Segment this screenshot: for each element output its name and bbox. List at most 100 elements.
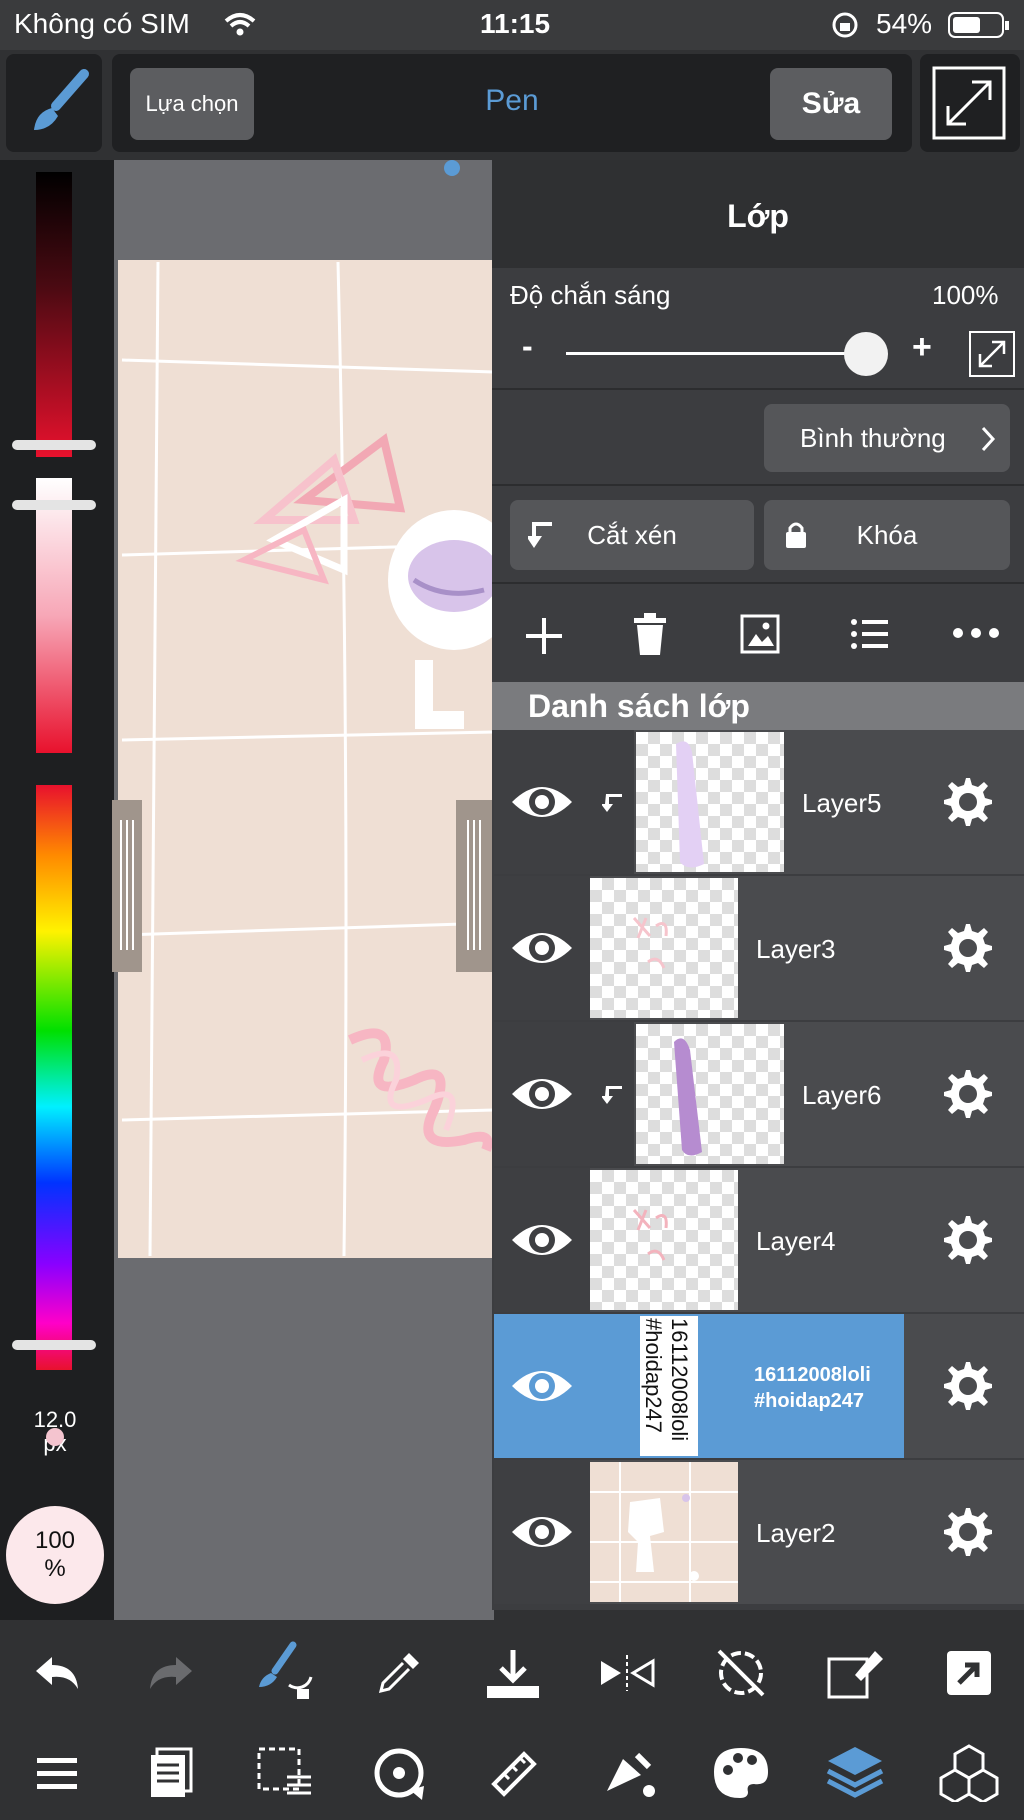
layers-button[interactable] bbox=[820, 1738, 890, 1808]
gear-icon[interactable] bbox=[938, 1212, 994, 1268]
clipping-button[interactable]: Cắt xén bbox=[510, 500, 754, 570]
visibility-toggle[interactable] bbox=[494, 1022, 590, 1166]
layer-panel: Lớp Độ chắn sáng 100% - + Bình thường Cắ… bbox=[492, 160, 1024, 1610]
wifi-icon bbox=[224, 13, 256, 36]
left-resize-handle[interactable] bbox=[112, 800, 142, 972]
light-shade-slider[interactable] bbox=[36, 478, 72, 753]
layer-row-layer5[interactable]: Layer5 bbox=[494, 730, 1024, 874]
grip-lines-icon bbox=[120, 820, 134, 950]
layer-row-layer3[interactable]: Layer3 bbox=[494, 876, 1024, 1020]
visibility-toggle[interactable] bbox=[494, 1460, 590, 1604]
flip-button[interactable] bbox=[592, 1638, 662, 1708]
menu-icon bbox=[37, 1758, 77, 1789]
opacity-increase-button[interactable]: + bbox=[912, 328, 932, 367]
opacity-slider-track[interactable] bbox=[566, 352, 858, 355]
layer-list-header: Danh sách lớp bbox=[492, 682, 1024, 730]
gear-icon[interactable] bbox=[938, 1504, 994, 1560]
eyedropper-button[interactable] bbox=[364, 1638, 434, 1708]
share-icon bbox=[947, 1651, 991, 1695]
status-bar: Không có SIM 11:15 54% bbox=[0, 0, 1024, 50]
fullscreen-button[interactable] bbox=[920, 54, 1020, 152]
layer-thumbnail bbox=[636, 1024, 784, 1164]
gear-icon[interactable] bbox=[938, 774, 994, 830]
layer-row-layer6[interactable]: Layer6 bbox=[494, 1022, 1024, 1166]
drawing-canvas[interactable] bbox=[114, 160, 494, 1620]
layer-name: Layer5 bbox=[802, 788, 882, 818]
edit-button[interactable]: Sửa bbox=[770, 68, 892, 140]
orientation-lock-icon bbox=[832, 12, 858, 38]
layer-thumbnail bbox=[590, 1462, 738, 1602]
slider-handle[interactable] bbox=[12, 440, 96, 450]
clock: 11:15 bbox=[480, 8, 551, 39]
visibility-toggle[interactable] bbox=[494, 1314, 590, 1458]
visibility-toggle[interactable] bbox=[494, 1168, 590, 1312]
flip-icon bbox=[601, 1655, 655, 1691]
layer-name: Layer2 bbox=[756, 1518, 836, 1548]
image-layer-icon[interactable] bbox=[740, 614, 780, 654]
color-palette-button[interactable] bbox=[706, 1738, 776, 1808]
lock-button[interactable]: Khóa bbox=[764, 500, 1010, 570]
battery-icon bbox=[948, 12, 1009, 38]
visibility-toggle[interactable] bbox=[494, 876, 590, 1020]
clipping-label: Cắt xén bbox=[587, 519, 677, 550]
selected-layer-settings[interactable] bbox=[904, 1314, 1024, 1458]
opacity-slider-thumb[interactable] bbox=[844, 332, 888, 376]
fill-button[interactable] bbox=[592, 1738, 662, 1808]
rotate-off-button[interactable] bbox=[706, 1638, 776, 1708]
download-icon bbox=[487, 1650, 539, 1698]
slider-handle[interactable] bbox=[12, 1340, 96, 1350]
brush-swap-button[interactable] bbox=[250, 1638, 320, 1708]
lock-label: Khóa bbox=[856, 519, 918, 550]
redo-button[interactable] bbox=[136, 1638, 206, 1708]
gear-icon[interactable] bbox=[938, 1066, 994, 1122]
opacity-value: 100 bbox=[34, 1527, 76, 1554]
visibility-toggle[interactable] bbox=[494, 730, 590, 874]
hue-slider[interactable] bbox=[36, 785, 72, 1370]
layer-row-layer2[interactable]: Layer2 bbox=[494, 1460, 1024, 1604]
layer-name: Layer4 bbox=[756, 1226, 836, 1256]
rotate-off-icon bbox=[717, 1649, 765, 1697]
menu-button[interactable] bbox=[22, 1738, 92, 1808]
opacity-decrease-button[interactable]: - bbox=[522, 328, 533, 365]
layer-name: 16112008loli #hoidap247 bbox=[754, 1364, 871, 1412]
rotate-view-button[interactable] bbox=[364, 1738, 434, 1808]
canvas-area[interactable] bbox=[112, 160, 494, 1620]
eye-icon bbox=[512, 1517, 572, 1547]
material-button[interactable] bbox=[934, 1738, 1004, 1808]
save-button[interactable] bbox=[478, 1638, 548, 1708]
gear-icon[interactable] bbox=[938, 1358, 994, 1414]
thumbnail-text: 16112008loli #hoidap247 bbox=[641, 1318, 692, 1442]
slider-handle[interactable] bbox=[12, 500, 96, 510]
selection-button[interactable] bbox=[250, 1738, 320, 1808]
add-layer-icon[interactable] bbox=[524, 616, 564, 656]
layer-list-icon[interactable] bbox=[850, 616, 890, 652]
layer-list-title: Danh sách lớp bbox=[528, 688, 750, 724]
opacity-button[interactable]: 100 % bbox=[6, 1506, 104, 1604]
share-button[interactable] bbox=[934, 1638, 1004, 1708]
delete-layer-icon[interactable] bbox=[632, 612, 668, 656]
layer-row-layer4[interactable]: Layer4 bbox=[494, 1168, 1024, 1312]
more-options-icon[interactable] bbox=[952, 626, 1000, 640]
dark-shade-slider[interactable] bbox=[36, 172, 72, 457]
select-button[interactable]: Lựa chọn bbox=[130, 68, 254, 140]
gear-icon[interactable] bbox=[938, 920, 994, 976]
main-menu-toolbar bbox=[0, 1722, 1024, 1820]
layers-icon bbox=[826, 1747, 884, 1798]
expand-opacity-icon[interactable] bbox=[968, 330, 1016, 378]
layer-row-text-selected[interactable]: 16112008loli #hoidap247 16112008loli #ho… bbox=[494, 1314, 904, 1458]
transform-button[interactable] bbox=[820, 1638, 890, 1708]
brush-icon bbox=[34, 69, 89, 130]
top-toolbar: Lựa chọn Pen Sửa bbox=[0, 50, 1024, 160]
text-layer-thumbnail: 16112008loli #hoidap247 bbox=[640, 1316, 698, 1456]
carrier-label: Không có SIM bbox=[14, 8, 190, 39]
ruler-button[interactable] bbox=[478, 1738, 548, 1808]
eye-icon bbox=[512, 1079, 572, 1109]
right-resize-handle[interactable] bbox=[456, 800, 492, 972]
blend-mode-label: Bình thường bbox=[800, 422, 946, 453]
brush-tool-button[interactable] bbox=[6, 54, 102, 152]
opacity-label: Độ chắn sáng bbox=[510, 280, 671, 310]
undo-button[interactable] bbox=[22, 1638, 92, 1708]
pages-button[interactable] bbox=[136, 1738, 206, 1808]
blend-mode-button[interactable]: Bình thường bbox=[764, 404, 1010, 472]
expand-icon bbox=[932, 66, 1006, 140]
